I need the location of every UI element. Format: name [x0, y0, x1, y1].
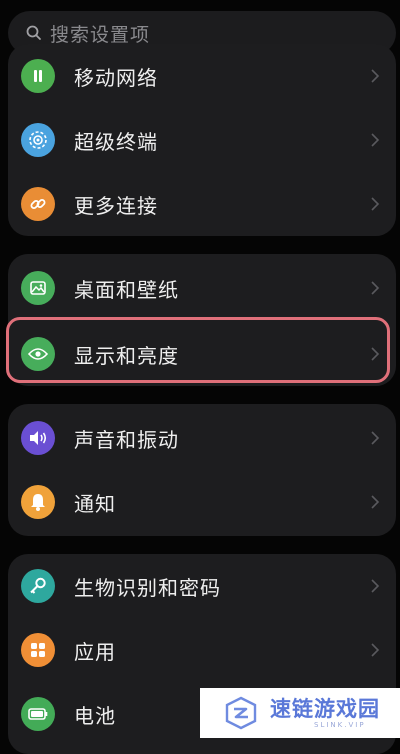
chevron-right-icon — [371, 495, 380, 509]
settings-item-more-connections[interactable]: 更多连接 — [8, 172, 396, 236]
settings-item-label: 显示和亮度 — [74, 343, 179, 368]
bell-icon — [21, 485, 55, 519]
search-icon — [26, 25, 42, 41]
link-icon — [21, 187, 55, 221]
volume-icon — [21, 421, 55, 455]
settings-item-notifications[interactable]: 通知 — [8, 470, 396, 534]
wallpaper-icon — [21, 271, 55, 305]
chevron-right-icon — [371, 197, 380, 211]
super-device-icon — [21, 123, 55, 157]
mobile-network-icon — [21, 59, 55, 93]
settings-item-label: 桌面和壁纸 — [74, 277, 179, 302]
settings-item-label: 生物识别和密码 — [74, 575, 221, 600]
settings-item-super-device[interactable]: 超级终端 — [8, 108, 396, 172]
watermark-logo-icon — [225, 696, 257, 730]
chevron-right-icon — [371, 579, 380, 593]
watermark-subtext: SLINK.VIP — [314, 721, 366, 729]
settings-item-biometrics-password[interactable]: 生物识别和密码 — [8, 554, 396, 618]
settings-item-label: 声音和振动 — [74, 427, 179, 452]
settings-item-desktop-wallpaper[interactable]: 桌面和壁纸 — [8, 256, 396, 320]
apps-grid-icon — [21, 633, 55, 667]
settings-item-label: 通知 — [74, 491, 116, 516]
settings-item-label: 电池 — [74, 703, 116, 728]
watermark: 速链游戏园 SLINK.VIP — [200, 688, 400, 738]
chevron-right-icon — [371, 281, 380, 295]
settings-item-sound-vibration[interactable]: 声音和振动 — [8, 406, 396, 470]
settings-item-display-brightness[interactable]: 显示和亮度 — [8, 322, 396, 386]
settings-group-connectivity: 移动网络 超级终端 更多连接 — [8, 44, 396, 236]
settings-item-label: 移动网络 — [74, 65, 158, 90]
settings-group-display: 桌面和壁纸 显示和亮度 — [8, 254, 396, 386]
chevron-right-icon — [371, 133, 380, 147]
settings-item-label: 超级终端 — [74, 129, 158, 154]
settings-item-label: 更多连接 — [74, 193, 158, 218]
chevron-right-icon — [371, 69, 380, 83]
chevron-right-icon — [371, 347, 380, 361]
watermark-text: 速链游戏园 — [270, 697, 380, 721]
chevron-right-icon — [371, 431, 380, 445]
settings-item-label: 应用 — [74, 639, 116, 664]
search-placeholder: 搜索设置项 — [50, 23, 151, 46]
chevron-right-icon — [371, 643, 380, 657]
key-icon — [21, 569, 55, 603]
battery-icon — [21, 697, 55, 731]
settings-item-apps[interactable]: 应用 — [8, 618, 396, 682]
settings-group-sound-notify: 声音和振动 通知 — [8, 404, 396, 536]
eye-icon — [21, 337, 55, 371]
settings-item-mobile-network[interactable]: 移动网络 — [8, 44, 396, 108]
